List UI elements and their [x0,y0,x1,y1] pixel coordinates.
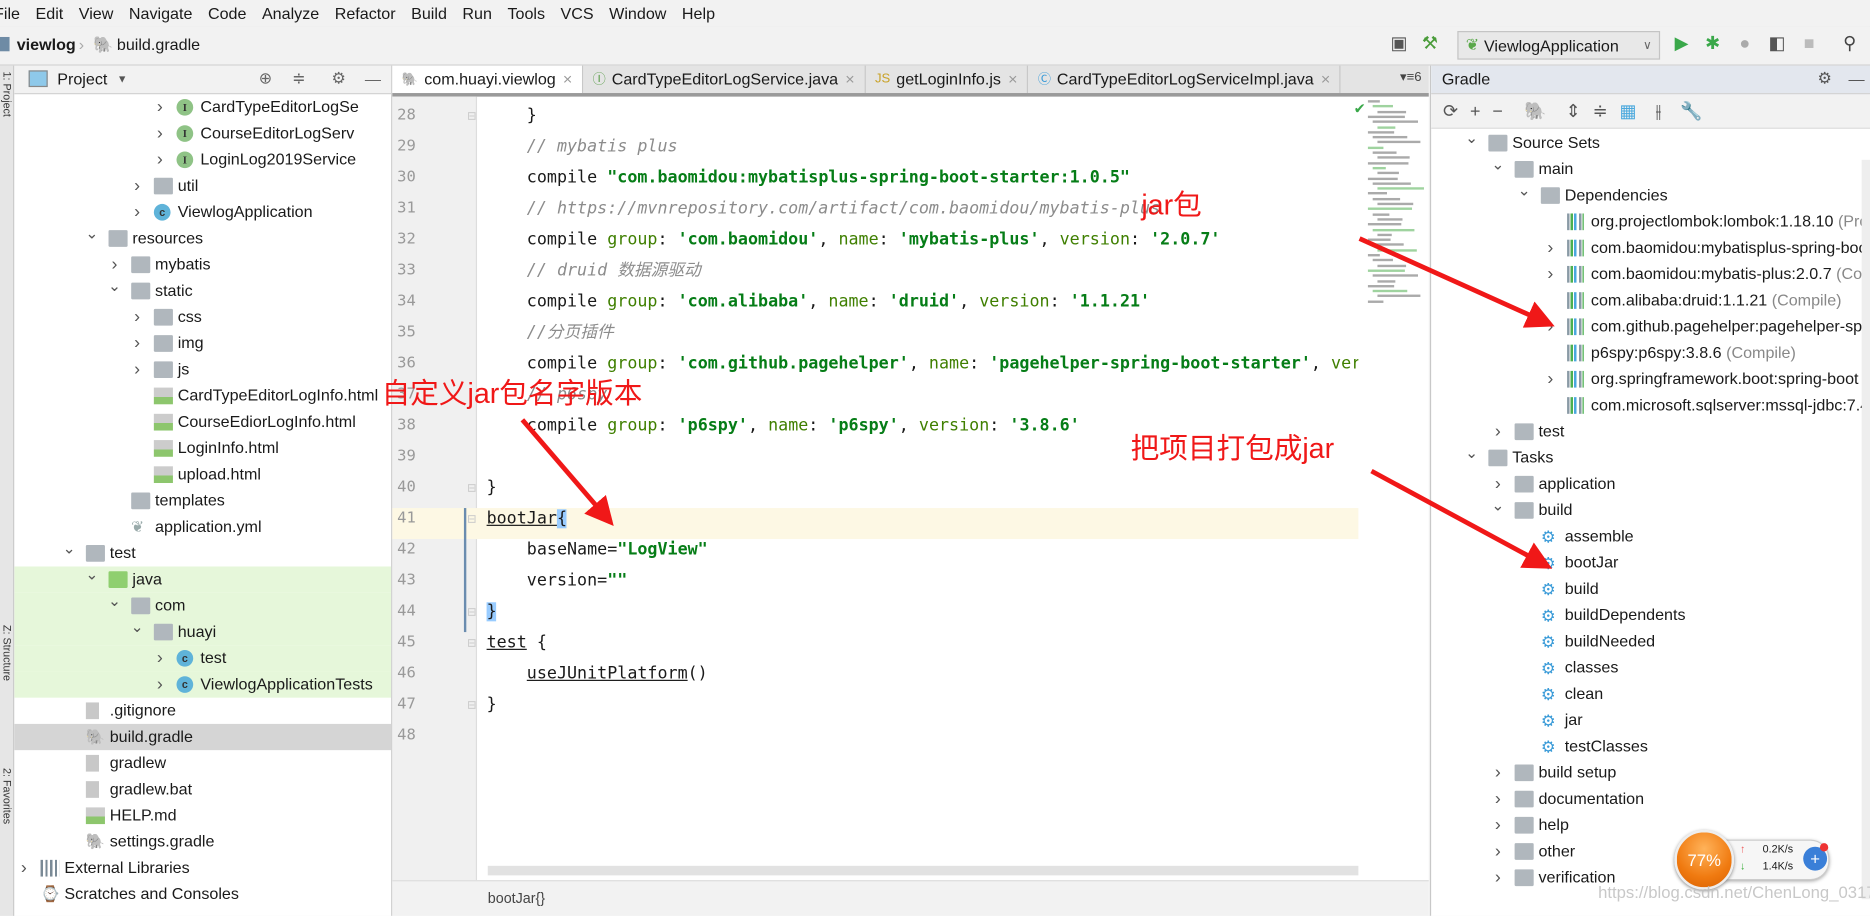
download-speed: 1.4K/s [1762,859,1794,872]
annotation-package-project: 把项目打包成jar [1130,432,1335,466]
arrow-to-dependency [1358,236,1555,328]
run-icon[interactable]: ▶ [1671,33,1692,54]
breadcrumb-file[interactable]: build.gradle [117,36,200,54]
annotation-arrows [520,236,1555,569]
run-configuration-select[interactable]: ❦ ViewlogApplication ∨ [1457,31,1661,60]
profile-icon[interactable]: ◧ [1766,33,1787,54]
debug-icon[interactable]: ✱ [1702,33,1723,54]
notification-dot [1819,843,1829,852]
layout-icon[interactable]: ▣ [1388,33,1409,54]
run-config-label: ViewlogApplication [1483,36,1619,55]
gradle-icon: 🐘 [93,35,114,54]
chevron-down-icon: ∨ [1643,38,1652,52]
arrow-to-bootjar-block [520,418,614,526]
upload-speed: 0.2K/s [1762,843,1794,856]
upload-arrow-icon: ↑ [1740,843,1746,856]
project-folder-icon [0,36,10,52]
navigation-bar: viewlog › 🐘 build.gradle ▣ ⚒ ❦ ViewlogAp… [0,26,1870,66]
arrow-to-bootjar-task [1370,468,1553,569]
cpu-usage-badge: 77% [1674,830,1735,890]
coverage-icon[interactable]: ● [1734,33,1755,54]
annotation-custom-name: 自定义jar包名字版本 [381,378,643,411]
breadcrumb-separator: › [78,35,85,54]
watermark: https://blog.csdn.net/ChenLong_0317 [1598,882,1870,902]
ide-window: FileEditViewNavigateCodeAnalyzeRefactorB… [0,0,1870,916]
download-arrow-icon: ↓ [1740,859,1746,872]
breadcrumb-project[interactable]: viewlog [17,36,76,54]
network-monitor-widget[interactable]: 77% ↑ 0.2K/s ↓ 1.4K/s + [1674,830,1834,890]
build-hammer-icon[interactable]: ⚒ [1419,33,1440,54]
annotation-jar-package: jar包 [1141,189,1202,222]
spring-icon: ❦ [1465,35,1480,54]
search-icon[interactable]: ⚲ [1839,33,1860,54]
stop-icon[interactable]: ■ [1798,33,1819,54]
